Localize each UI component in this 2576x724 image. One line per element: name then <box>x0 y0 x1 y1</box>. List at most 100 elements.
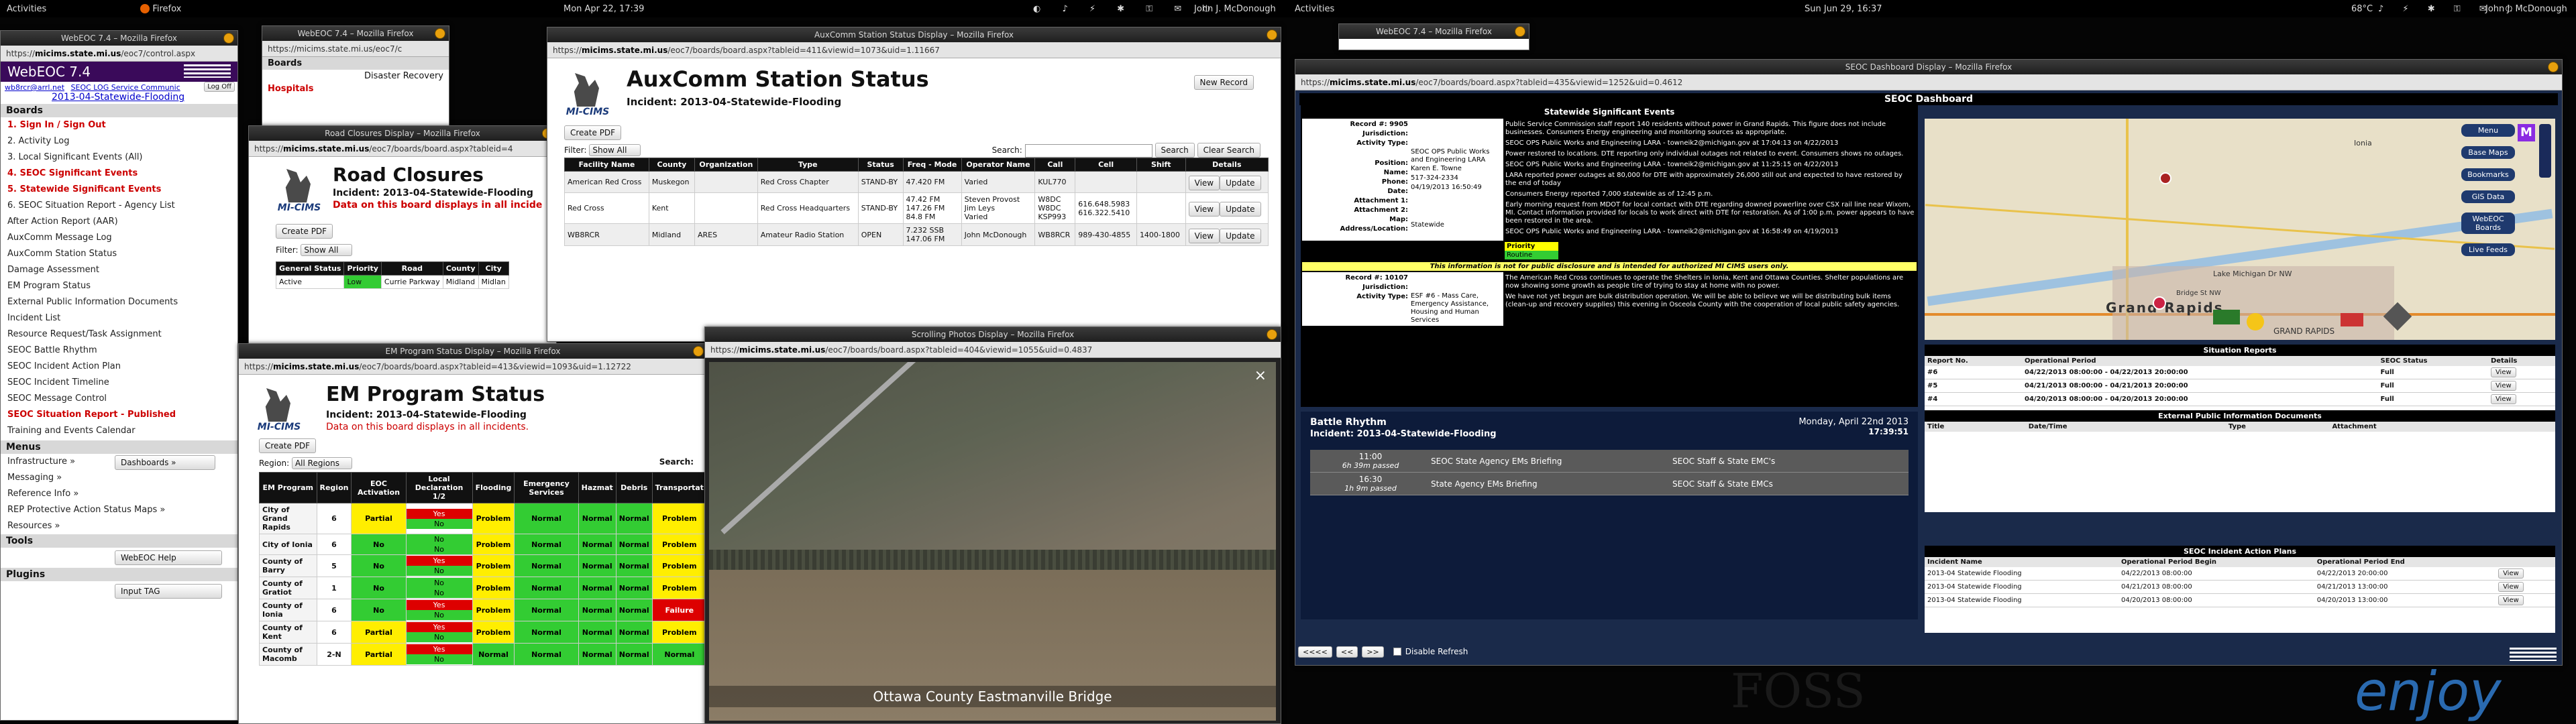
photo-close-button[interactable]: × <box>1254 367 1267 384</box>
view-button[interactable]: View <box>1188 228 1220 243</box>
map-marker[interactable] <box>2153 296 2166 310</box>
menu-link[interactable]: Reference Info » <box>1 486 237 502</box>
right-clock[interactable]: Sun Jun 29, 16:37 <box>1805 4 1882 14</box>
road-column-header[interactable]: Road <box>380 261 443 276</box>
board-link[interactable]: 1. Sign In / Sign Out <box>1 117 237 133</box>
webeoc-second-titlebar[interactable]: WebEOC 7.4 – Mozilla Firefox <box>262 26 449 41</box>
board-link[interactable]: 4. SEOC Significant Events <box>1 166 237 182</box>
board-link[interactable]: Training and Events Calendar <box>1 423 237 439</box>
battle-rhythm-item[interactable]: 16:30 1h 9m passed State Agency EMs Briefi… <box>1310 473 1909 495</box>
hospitals-item[interactable]: Hospitals <box>262 82 449 95</box>
map-marker-6[interactable] <box>2159 172 2171 184</box>
activities-button-right[interactable]: Activities <box>1295 4 1334 14</box>
auxcomm-column-header[interactable]: Details <box>1185 158 1269 172</box>
board-link[interactable]: 5. Statewide Significant Events <box>1 182 237 198</box>
dashboard-url[interactable]: https://micims.state.mi.us/eoc7/boards/b… <box>1295 74 2562 90</box>
auxcomm-url[interactable]: https://micims.state.mi.us/eoc7/boards/b… <box>547 42 1281 58</box>
close-button[interactable] <box>2548 62 2559 72</box>
auxcomm-column-header[interactable]: Type <box>757 158 859 172</box>
photos-url[interactable]: https://micims.state.mi.us/eoc7/boards/b… <box>705 342 1281 358</box>
search-button[interactable]: Search <box>1155 143 1195 158</box>
webeoc-help-button[interactable]: WebEOC Help <box>115 550 222 565</box>
filter-select[interactable]: Show All <box>589 144 641 156</box>
view-button[interactable]: View <box>2498 595 2524 605</box>
road-closures-titlebar[interactable]: Road Closures Display – Mozilla Firefox <box>249 126 556 141</box>
incident-link[interactable]: 2013-04-Statewide-Flooding <box>5 92 233 103</box>
em-column-header[interactable]: EM Program <box>259 472 317 503</box>
board-link[interactable]: Incident List <box>1 310 237 326</box>
em-program-titlebar[interactable]: EM Program Status Display – Mozilla Fire… <box>239 344 707 359</box>
map-zoom-control[interactable] <box>2539 124 2551 178</box>
auxcomm-column-header[interactable]: Organization <box>694 158 758 172</box>
clear-search-button[interactable]: Clear Search <box>1197 143 1260 158</box>
map-panel[interactable]: Ionia Grand Rapids Lake Michigan Dr NW G… <box>1925 119 2555 340</box>
small-webeoc-titlebar[interactable]: WebEOC 7.4 – Mozilla Firefox <box>1339 24 1529 39</box>
board-link[interactable]: 6. SEOC Situation Report - Agency List <box>1 198 237 214</box>
board-link[interactable]: Resource Request/Task Assignment <box>1 326 237 343</box>
disable-refresh-checkbox[interactable] <box>1393 648 1401 656</box>
auxcomm-column-header[interactable]: Cell <box>1075 158 1137 172</box>
auxcomm-column-header[interactable]: Status <box>857 158 904 172</box>
em-column-header[interactable]: Local Declaration 1/2 <box>405 472 473 503</box>
close-button[interactable] <box>1515 26 1525 37</box>
plugin-item[interactable]: Input TAG <box>115 584 222 599</box>
map-marker-2[interactable] <box>2213 310 2240 324</box>
create-pdf-button[interactable]: Create PDF <box>276 224 333 239</box>
board-link[interactable]: External Public Information Documents <box>1 294 237 310</box>
create-pdf-button[interactable]: Create PDF <box>564 125 622 140</box>
map-button[interactable]: Live Feeds <box>2461 243 2515 256</box>
view-button[interactable]: View <box>2490 394 2516 404</box>
menu-link[interactable]: Resources » <box>1 518 237 534</box>
region-select[interactable]: All Regions <box>291 457 352 469</box>
update-button[interactable]: Update <box>1220 176 1261 190</box>
auxcomm-column-header[interactable]: County <box>648 158 695 172</box>
view-button[interactable]: View <box>2498 568 2524 579</box>
em-column-header[interactable]: Hazmat <box>578 472 616 503</box>
map-marker-3[interactable] <box>2247 313 2264 330</box>
map-marker-4[interactable] <box>2341 313 2363 326</box>
road-closures-url[interactable]: https://micims.state.mi.us/eoc7/boards/b… <box>249 141 556 157</box>
auxcomm-column-header[interactable]: Facility Name <box>564 158 649 172</box>
em-column-header[interactable]: Region <box>316 472 352 503</box>
webeoc-second-url[interactable]: https://micims.state.mi.us/eoc7/c <box>262 41 449 57</box>
auxcomm-column-header[interactable]: Freq - Mode <box>902 158 962 172</box>
pager-next-button[interactable]: >> <box>1362 646 1384 658</box>
logoff-button[interactable]: Log Off <box>204 82 235 92</box>
em-program-url[interactable]: https://micims.state.mi.us/eoc7/boards/b… <box>239 359 707 375</box>
pager-first-button[interactable]: <<<< <box>1298 646 1332 658</box>
close-button[interactable] <box>223 33 234 44</box>
board-link[interactable]: EM Program Status <box>1 278 237 294</box>
view-button[interactable]: View <box>1188 202 1220 217</box>
pager-prev-button[interactable]: << <box>1336 646 1358 658</box>
em-column-header[interactable]: Emergency Services <box>514 472 579 503</box>
road-column-header[interactable]: City <box>478 261 509 276</box>
activities-button[interactable]: Activities <box>7 4 46 14</box>
view-button[interactable]: View <box>2498 582 2524 592</box>
webeoc-main-titlebar[interactable]: WebEOC 7.4 – Mozilla Firefox <box>1 31 237 46</box>
create-pdf-button[interactable]: Create PDF <box>259 438 317 453</box>
auxcomm-titlebar[interactable]: AuxComm Station Status Display – Mozilla… <box>547 27 1281 42</box>
right-user-menu[interactable]: John J. McDonough <box>2485 4 2567 14</box>
close-button[interactable] <box>435 28 445 39</box>
map-button[interactable]: WebEOC Boards <box>2461 213 2515 234</box>
close-button[interactable] <box>1267 329 1277 340</box>
board-link[interactable]: After Action Report (AAR) <box>1 214 237 230</box>
view-button[interactable]: View <box>2490 367 2516 377</box>
menu-link[interactable]: REP Protective Action Status Maps » <box>1 502 237 518</box>
firefox-app-menu[interactable]: Firefox <box>140 4 181 14</box>
em-column-header[interactable]: Transportat <box>651 472 707 503</box>
map-button[interactable]: GIS Data <box>2461 190 2515 203</box>
left-user-menu[interactable]: John J. McDonough <box>1194 4 1276 14</box>
left-clock[interactable]: Mon Apr 22, 17:39 <box>564 4 644 14</box>
auxcomm-column-header[interactable]: Shift <box>1136 158 1186 172</box>
board-link[interactable]: 2. Activity Log <box>1 133 237 149</box>
em-column-header[interactable]: Flooding <box>472 472 515 503</box>
board-link[interactable]: AuxComm Station Status <box>1 246 237 262</box>
board-link[interactable]: Damage Assessment <box>1 262 237 278</box>
dashboard-titlebar[interactable]: SEOC Dashboard Display – Mozilla Firefox <box>1295 60 2562 74</box>
em-column-header[interactable]: Debris <box>615 472 653 503</box>
new-record-button[interactable]: New Record <box>1193 75 1254 90</box>
board-link[interactable]: SEOC Incident Action Plan <box>1 359 237 375</box>
update-button[interactable]: Update <box>1220 228 1261 243</box>
board-link[interactable]: SEOC Battle Rhythm <box>1 343 237 359</box>
